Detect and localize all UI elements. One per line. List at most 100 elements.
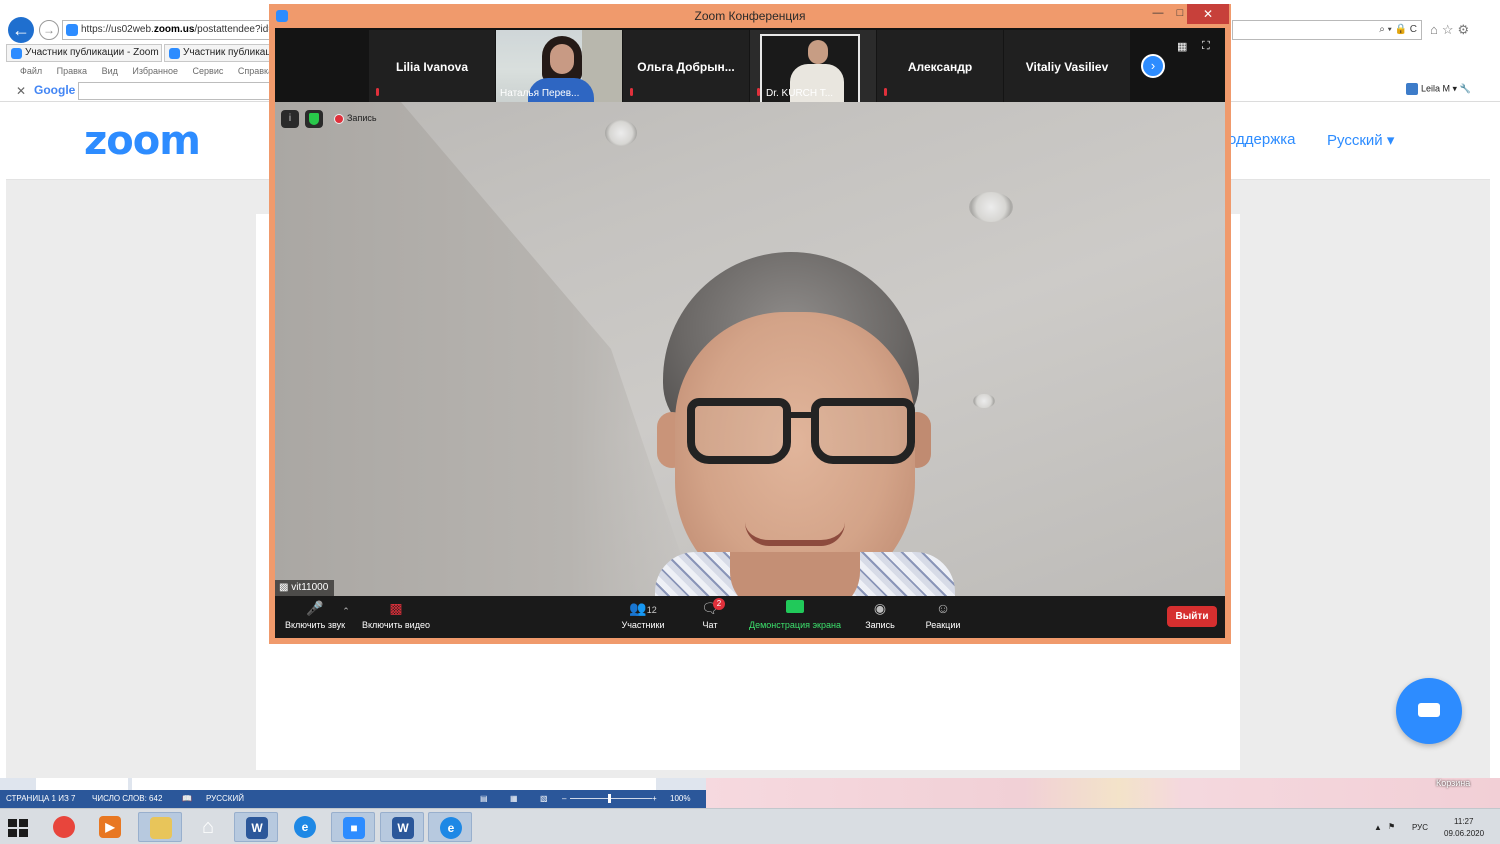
speaker-mouth <box>745 522 845 546</box>
menu-view[interactable]: Вид <box>102 66 118 76</box>
support-link[interactable]: оддержка <box>1228 131 1295 148</box>
record-button[interactable]: ◉ Запись <box>863 600 897 630</box>
windows-logo-icon <box>19 829 28 837</box>
taskbar-explorer[interactable] <box>138 812 182 842</box>
zoom-slider-thumb[interactable] <box>608 794 611 803</box>
input-language[interactable]: РУС <box>1412 823 1428 832</box>
menu-favorites[interactable]: Избранное <box>132 66 178 76</box>
leave-meeting-button[interactable]: Выйти <box>1167 606 1217 627</box>
taskbar-zoom[interactable]: ■ <box>331 812 375 842</box>
close-icon[interactable]: ✕ <box>16 84 26 98</box>
wall-shadow <box>275 102 695 596</box>
window-titlebar[interactable]: Zoom Конференция — □ ✕ <box>269 4 1231 28</box>
start-button[interactable] <box>8 819 28 837</box>
gallery-view-icon[interactable]: ▦ <box>1177 40 1189 53</box>
support-chat-button[interactable] <box>1396 678 1462 744</box>
participant-tile[interactable]: Ольга Добрын... <box>623 30 749 102</box>
forward-button[interactable]: → <box>39 20 59 40</box>
participant-tile[interactable]: Dr. KURCH T... <box>750 30 876 102</box>
participant-name: Lilia Ivanova <box>395 60 469 74</box>
word-icon: W <box>246 817 268 839</box>
zoom-level[interactable]: 100% <box>670 790 690 808</box>
folder-icon <box>150 817 172 839</box>
participants-button[interactable]: 👥12 Участники <box>619 600 667 630</box>
flag-icon[interactable]: ⚑ <box>1388 822 1395 831</box>
menu-help[interactable]: Справка <box>238 66 273 76</box>
word-count[interactable]: ЧИСЛО СЛОВ: 642 <box>92 790 162 808</box>
participant-tile[interactable]: Александр <box>877 30 1003 102</box>
language-status[interactable]: РУССКИЙ <box>206 790 244 808</box>
user-menu[interactable]: Leila M ▾ 🔧 <box>1406 83 1471 95</box>
face <box>550 44 574 74</box>
speaker-name: vit11000 <box>291 582 329 593</box>
zoom-in-button[interactable]: + <box>652 790 657 808</box>
word-icon: W <box>392 817 414 839</box>
zoom-favicon-icon <box>66 24 78 36</box>
muted-mic-icon <box>627 88 635 98</box>
clock-time[interactable]: 11:27 <box>1454 817 1473 826</box>
tab-label: Участник публикации - Zoom <box>25 47 159 58</box>
fullscreen-icon[interactable]: ⛶ <box>1202 40 1210 53</box>
read-mode-icon[interactable]: ▤ <box>480 790 488 808</box>
audio-options-chevron-icon[interactable]: ⌃ <box>341 606 351 617</box>
url-path: /postattendee?id=3 <box>194 24 272 35</box>
share-arrow-icon <box>786 600 804 613</box>
taskbar-ie[interactable]: e <box>283 812 327 842</box>
menu-file[interactable]: Файл <box>20 66 42 76</box>
next-page-button[interactable]: › <box>1141 54 1165 78</box>
participant-tile[interactable]: Наталья Перев... <box>496 30 622 102</box>
zoom-meeting-window: Zoom Конференция — □ ✕ Lilia Ivanova Нат… <box>269 4 1231 644</box>
participant-tile[interactable]: Lilia Ivanova <box>369 30 495 102</box>
address-bar-controls[interactable]: ⌕ ▾ 🔒 C <box>1232 20 1422 40</box>
taskbar-ie-2[interactable]: e <box>428 812 472 842</box>
recording-indicator: Запись <box>335 113 377 123</box>
address-bar[interactable]: https://us02web.zoom.us/postattendee?id=… <box>62 20 272 40</box>
recycle-bin-label[interactable]: Корзина <box>1436 778 1470 788</box>
taskbar-word-2[interactable]: W <box>380 812 424 842</box>
tab-zoom-attendee-2[interactable]: Участник публикаци <box>164 44 270 62</box>
unmute-button[interactable]: 🎤 Включить звук <box>283 600 347 630</box>
tray-expand-icon[interactable]: ▲ <box>1374 823 1382 832</box>
participants-label: Участники <box>621 620 665 630</box>
taskbar-home[interactable]: ⌂ <box>186 812 230 842</box>
glasses-lens <box>687 398 791 464</box>
zoom-logo[interactable]: zoom <box>84 118 201 164</box>
print-layout-icon[interactable]: ▦ <box>510 790 518 808</box>
start-video-button[interactable]: ▩ Включить видео <box>359 600 433 630</box>
language-select[interactable]: Русский ▾ <box>1327 131 1394 149</box>
reactions-button[interactable]: ☺ Реакции <box>923 600 963 630</box>
participant-tile[interactable]: Vitaliy Vasiliev <box>1004 30 1130 102</box>
word-page-ruler <box>0 778 706 790</box>
reactions-label: Реакции <box>925 620 961 630</box>
toolbar-icons[interactable]: ⌂☆⚙ <box>1430 22 1473 38</box>
page-count[interactable]: СТРАНИЦА 1 ИЗ 7 <box>6 790 75 808</box>
zoom-out-button[interactable]: – <box>562 790 566 808</box>
share-screen-button[interactable]: Демонстрация экрана <box>745 600 845 630</box>
ceiling-light <box>973 394 995 408</box>
muted-mic-icon <box>881 88 889 98</box>
zoom-slider[interactable] <box>570 798 652 799</box>
url-host: zoom.us <box>153 24 195 35</box>
taskbar-media[interactable]: ▶ <box>88 812 132 842</box>
taskbar-word[interactable]: W <box>234 812 278 842</box>
muted-mic-icon <box>754 88 762 98</box>
clock-date[interactable]: 09.06.2020 <box>1444 829 1484 838</box>
tab-label: Участник публикаци <box>183 47 270 58</box>
zoom-app-icon: ■ <box>343 817 365 839</box>
taskbar-chrome[interactable] <box>42 812 86 842</box>
proofing-icon[interactable]: 📖 <box>182 790 192 808</box>
tab-zoom-attendee[interactable]: Участник публикации - Zoom <box>6 44 162 62</box>
menu-edit[interactable]: Правка <box>57 66 87 76</box>
zoom-favicon-icon <box>11 48 22 59</box>
participant-name: Александр <box>907 60 973 74</box>
back-button[interactable]: ← <box>8 17 34 43</box>
meeting-info-icon[interactable]: i <box>281 110 299 128</box>
google-search-input[interactable] <box>78 82 270 100</box>
chat-button[interactable]: 🗨 2 Чат <box>695 598 725 630</box>
encryption-shield-icon[interactable] <box>305 110 323 128</box>
ruler-page <box>132 778 656 790</box>
close-button[interactable]: ✕ <box>1187 4 1229 24</box>
user-name: Leila M ▾ <box>1421 83 1458 94</box>
web-layout-icon[interactable]: ▧ <box>540 790 548 808</box>
menu-tools[interactable]: Сервис <box>193 66 224 76</box>
